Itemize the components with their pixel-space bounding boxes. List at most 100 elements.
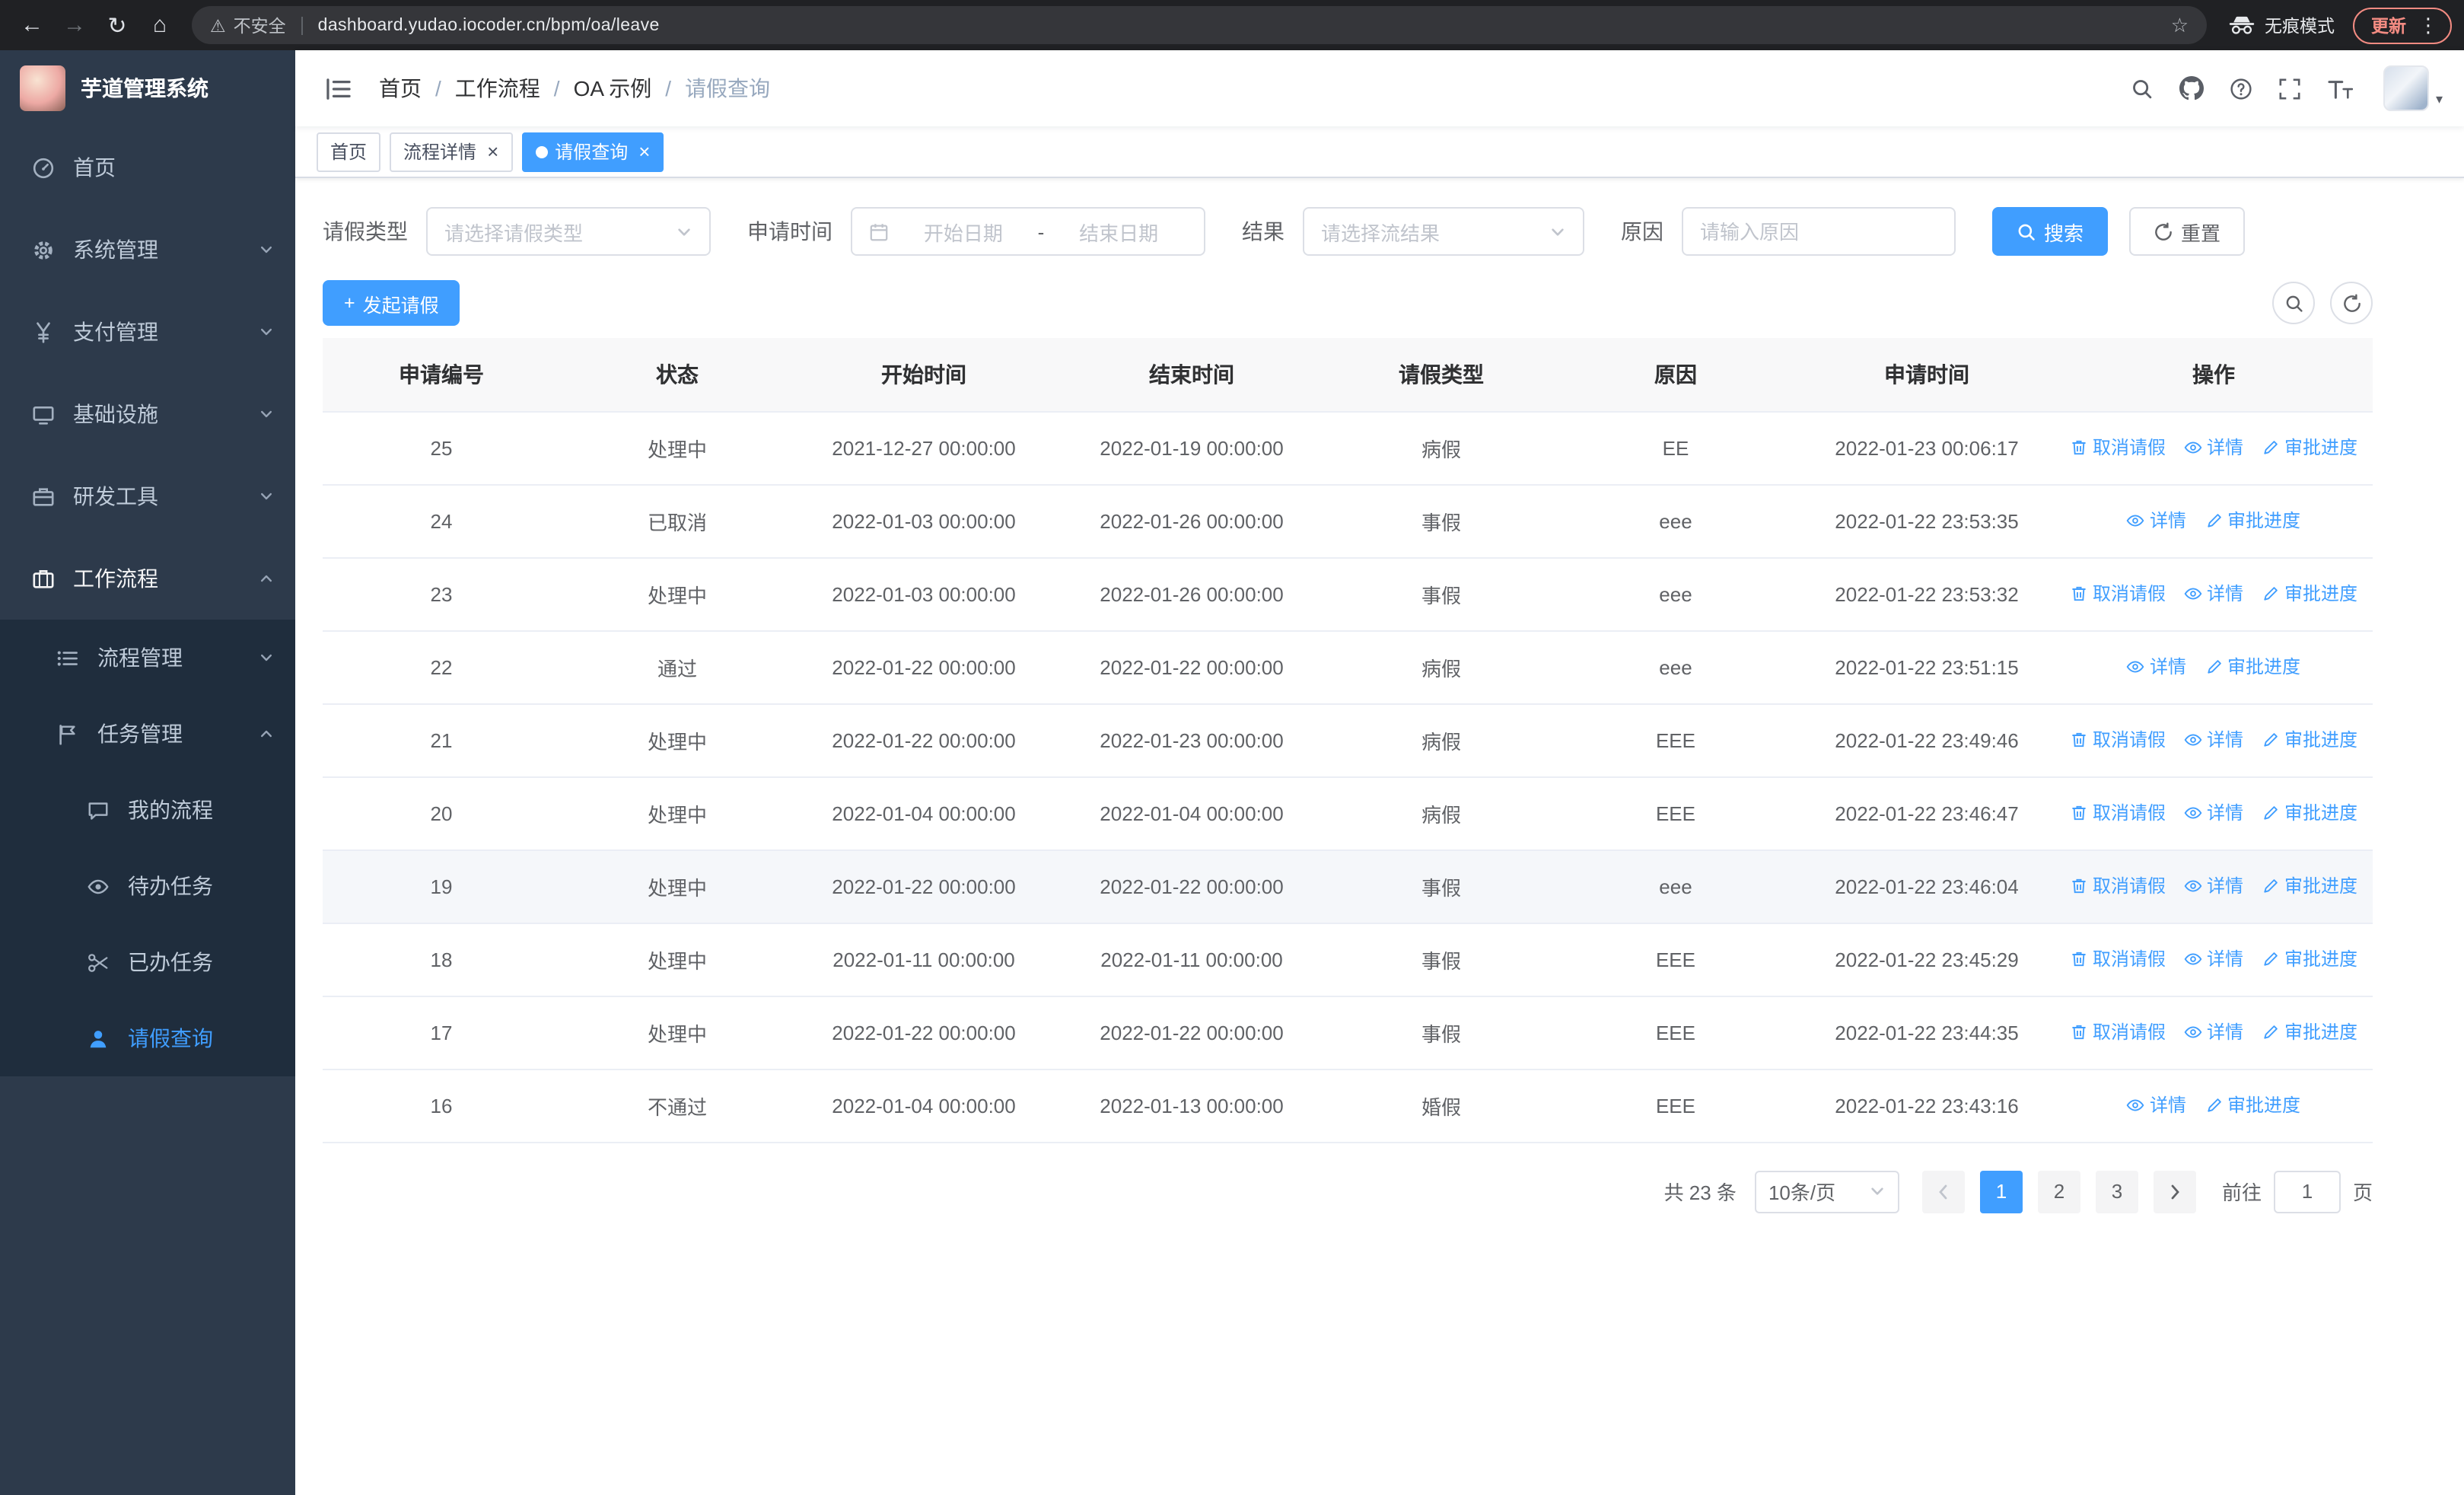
approval-progress-link[interactable]: 审批进度 <box>2205 654 2300 680</box>
breadcrumb-item-oa-example[interactable]: OA 示例 <box>574 73 652 104</box>
search-toggle-button[interactable] <box>2272 282 2315 324</box>
tab-process-detail[interactable]: 流程详情 × <box>390 132 513 171</box>
cell-id: 18 <box>323 923 560 996</box>
sidebar-item-infrastructure[interactable]: 基础设施 <box>0 373 295 455</box>
github-icon[interactable] <box>2179 76 2205 100</box>
sidebar-item-done-tasks[interactable]: 已办任务 <box>0 924 295 1000</box>
browser-forward-button[interactable]: → <box>55 5 94 45</box>
user-avatar[interactable]: ▾ <box>2383 65 2443 111</box>
breadcrumb-item-workflow[interactable]: 工作流程 <box>455 73 540 104</box>
sidebar-item-payment-mgmt[interactable]: 支付管理 <box>0 291 295 373</box>
detail-link[interactable]: 详情 <box>2127 508 2186 534</box>
detail-link[interactable]: 详情 <box>2184 946 2243 972</box>
detail-link[interactable]: 详情 <box>2184 1019 2243 1045</box>
bookmark-star-icon[interactable]: ☆ <box>2171 13 2189 37</box>
security-chip[interactable]: ⚠ 不安全 <box>210 13 286 37</box>
page-button-2[interactable]: 2 <box>2037 1170 2080 1213</box>
url-bar[interactable]: ⚠ 不安全 dashboard.yudao.iocoder.cn/bpm/oa/… <box>192 6 2207 44</box>
approval-progress-link[interactable]: 审批进度 <box>2262 873 2357 899</box>
detail-link-label: 详情 <box>2206 802 2243 824</box>
page-button-1[interactable]: 1 <box>1979 1170 2023 1213</box>
pagination: 共 23 条 10条/页 1 2 3 前往 页 <box>323 1170 2373 1213</box>
detail-link-label: 详情 <box>2206 583 2243 605</box>
detail-link[interactable]: 详情 <box>2184 873 2243 899</box>
fullscreen-icon[interactable] <box>2279 77 2302 100</box>
close-icon[interactable]: × <box>638 142 650 161</box>
cancel-leave-link-icon <box>2070 438 2088 457</box>
cancel-leave-link[interactable]: 取消请假 <box>2070 727 2166 753</box>
approval-progress-link[interactable]: 审批进度 <box>2262 1019 2357 1045</box>
close-icon[interactable]: × <box>487 142 498 161</box>
browser-reload-button[interactable]: ↻ <box>97 5 137 45</box>
reset-button[interactable]: 重置 <box>2129 207 2246 256</box>
help-icon[interactable] <box>2230 77 2253 100</box>
filter-leave-type: 请假类型 请选择请假类型 <box>323 207 711 256</box>
sidebar-item-dev-tools[interactable]: 研发工具 <box>0 455 295 537</box>
detail-link[interactable]: 详情 <box>2127 654 2186 680</box>
browser-menu-icon[interactable]: ⋮ <box>2414 13 2443 37</box>
sidebar-item-home[interactable]: 首页 <box>0 126 295 209</box>
approval-progress-link-icon <box>2262 1023 2280 1041</box>
goto-page-input[interactable] <box>2273 1170 2341 1213</box>
approval-progress-link[interactable]: 审批进度 <box>2262 581 2357 607</box>
cancel-leave-link[interactable]: 取消请假 <box>2070 946 2166 972</box>
cell-actions: 详情 审批进度 <box>2055 630 2373 704</box>
breadcrumb-item-home[interactable]: 首页 <box>379 73 422 104</box>
table-row: 25 处理中 2021-12-27 00:00:00 2022-01-19 00:00… <box>323 411 2373 485</box>
main-area: 首页 / 工作流程 / OA 示例 / 请假查询 ▾ 首页 流程详情 × 请假查… <box>295 50 2464 1495</box>
sidebar-item-process-mgmt[interactable]: 流程管理 <box>0 620 295 696</box>
approval-progress-link[interactable]: 审批进度 <box>2262 946 2357 972</box>
create-leave-button[interactable]: + 发起请假 <box>323 280 460 326</box>
detail-link-label: 详情 <box>2206 875 2243 897</box>
reason-input[interactable] <box>1682 207 1956 256</box>
approval-progress-link-label: 审批进度 <box>2284 1022 2358 1044</box>
approval-progress-link[interactable]: 审批进度 <box>2262 727 2357 753</box>
scissors-icon <box>85 951 110 974</box>
page-size-select[interactable]: 10条/页 <box>1754 1170 1899 1213</box>
tab-leave-query[interactable]: 请假查询 × <box>521 132 664 171</box>
detail-link-label: 详情 <box>2149 510 2186 532</box>
cancel-leave-link[interactable]: 取消请假 <box>2070 581 2166 607</box>
cell-end: 2022-01-04 00:00:00 <box>1053 776 1330 850</box>
next-page-button[interactable] <box>2153 1170 2196 1213</box>
cancel-leave-link[interactable]: 取消请假 <box>2070 873 2166 899</box>
page-button-3[interactable]: 3 <box>2095 1170 2138 1213</box>
detail-link[interactable]: 详情 <box>2127 1092 2186 1118</box>
date-range-picker[interactable]: 开始日期 - 结束日期 <box>851 207 1205 256</box>
sidebar-item-label: 支付管理 <box>73 320 158 344</box>
refresh-table-button[interactable] <box>2330 282 2373 324</box>
tab-home[interactable]: 首页 <box>317 132 381 171</box>
cell-apply_time: 2022-01-22 23:44:35 <box>1799 996 2055 1069</box>
browser-home-button[interactable]: ⌂ <box>140 5 180 45</box>
browser-update-button[interactable]: 更新 ⋮ <box>2353 7 2452 43</box>
approval-progress-link[interactable]: 审批进度 <box>2262 800 2357 826</box>
cell-status: 通过 <box>560 630 794 704</box>
sidebar-toggle-button[interactable] <box>317 74 361 103</box>
detail-link[interactable]: 详情 <box>2184 727 2243 753</box>
sidebar-item-workflow[interactable]: 工作流程 <box>0 537 295 620</box>
leave-type-select[interactable]: 请选择请假类型 <box>426 207 711 256</box>
sidebar-item-todo-tasks[interactable]: 待办任务 <box>0 848 295 924</box>
approval-progress-link[interactable]: 审批进度 <box>2205 1092 2300 1118</box>
approval-progress-link[interactable]: 审批进度 <box>2205 508 2300 534</box>
cell-status: 处理中 <box>560 850 794 923</box>
leave-table-body: 25 处理中 2021-12-27 00:00:00 2022-01-19 00:00… <box>323 411 2373 1143</box>
detail-link[interactable]: 详情 <box>2184 581 2243 607</box>
detail-link[interactable]: 详情 <box>2184 435 2243 461</box>
approval-progress-link[interactable]: 审批进度 <box>2262 435 2357 461</box>
detail-link[interactable]: 详情 <box>2184 800 2243 826</box>
cancel-leave-link[interactable]: 取消请假 <box>2070 1019 2166 1045</box>
result-select[interactable]: 请选择流结果 <box>1303 207 1584 256</box>
font-size-icon[interactable] <box>2328 77 2354 100</box>
search-icon[interactable] <box>2131 77 2154 100</box>
sidebar-item-leave-query[interactable]: 请假查询 <box>0 1000 295 1076</box>
cancel-leave-link[interactable]: 取消请假 <box>2070 435 2166 461</box>
sidebar-item-system-mgmt[interactable]: 系统管理 <box>0 209 295 291</box>
search-button[interactable]: 搜索 <box>1992 207 2109 256</box>
prev-page-button[interactable] <box>1921 1170 1965 1213</box>
cancel-leave-link[interactable]: 取消请假 <box>2070 800 2166 826</box>
browser-back-button[interactable]: ← <box>12 5 52 45</box>
sidebar-item-task-mgmt[interactable]: 任务管理 <box>0 696 295 772</box>
sidebar-item-my-process[interactable]: 我的流程 <box>0 772 295 848</box>
logo[interactable]: 芋道管理系统 <box>0 50 295 126</box>
